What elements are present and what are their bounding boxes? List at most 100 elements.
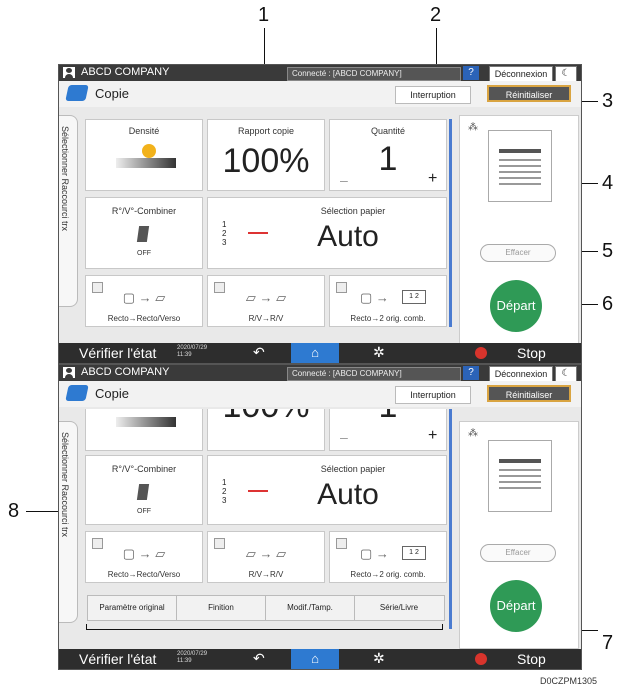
help-button[interactable]: ?: [463, 366, 479, 380]
combine-tile[interactable]: R°/V°-Combiner OFF: [85, 197, 203, 269]
stop-button[interactable]: Stop: [517, 651, 546, 667]
duplex-2-icon: ▱ → ▱: [245, 290, 287, 305]
right-panel: ⁂ Effacer Départ: [459, 115, 579, 345]
stop-button[interactable]: Stop: [517, 345, 546, 361]
combine-state: OFF: [137, 508, 151, 515]
home-icon[interactable]: ⌂: [291, 343, 339, 363]
quantity-minus-button[interactable]: –: [340, 172, 348, 188]
connection-status: Connecté : [ABCD COMPANY]: [287, 67, 461, 81]
density-bar: [116, 158, 176, 168]
tab-original-settings[interactable]: Paramètre original: [88, 596, 177, 620]
duplex-option-1[interactable]: ▢ → ▱ Recto→Recto/Verso: [85, 275, 203, 327]
ratio-tile[interactable]: Rapport copie 100%: [207, 119, 325, 191]
quantity-plus-button[interactable]: +: [428, 427, 437, 445]
callout-3: 3: [602, 90, 614, 112]
quantity-tile[interactable]: Quantité 1 – +: [329, 119, 447, 191]
erase-button[interactable]: Effacer: [480, 544, 556, 562]
start-button[interactable]: Départ: [490, 580, 542, 632]
copy-app-icon: [65, 385, 89, 401]
copy-app-icon: [65, 85, 89, 101]
status-bar-2: Vérifier l'état 2020/07/29 11:39 ↶ ⌂ ✲ S…: [59, 649, 581, 669]
tab-finishing[interactable]: Finition: [177, 596, 266, 620]
combine-icon: [136, 226, 150, 242]
paper-label: Sélection papier: [320, 206, 386, 216]
app-title-bar: Copie Interruption Réinitialiser: [59, 81, 581, 107]
gear-icon[interactable]: ✲: [373, 344, 385, 361]
quantity-tile-partial[interactable]: 1 – +: [329, 409, 447, 451]
duplex-3-label: Recto→2 orig. comb.: [350, 570, 426, 579]
density-marker-icon: [142, 144, 156, 158]
combine-tile-2[interactable]: R°/V°-Combiner OFF: [85, 455, 203, 525]
logout-button[interactable]: Déconnexion: [489, 366, 553, 382]
duplex-3-pages-icon: 1 2: [402, 546, 426, 560]
back-icon[interactable]: ↶: [253, 344, 265, 361]
reset-button[interactable]: Réinitialiser: [487, 385, 571, 402]
duplex-option-1-b[interactable]: ▢ → ▱ Recto→Recto/Verso: [85, 531, 203, 583]
erase-button[interactable]: Effacer: [480, 244, 556, 262]
ratio-tile-partial[interactable]: 100%: [207, 409, 325, 451]
company-name: ABCD COMPANY: [81, 66, 170, 78]
paper-trays-icon: 1 2 3: [222, 220, 227, 247]
duplex-2-label: R/V→R/V: [248, 314, 284, 323]
scrollbar[interactable]: [449, 409, 452, 629]
duplex-option-3[interactable]: 1 2 ▢ → Recto→2 orig. comb.: [329, 275, 447, 327]
duplex-3-checkbox[interactable]: [336, 538, 347, 549]
home-icon[interactable]: ⌂: [291, 649, 339, 669]
sleep-button[interactable]: ☾: [555, 366, 577, 382]
duplex-1-icon: ▢ → ▱: [122, 290, 166, 305]
duplex-3-label: Recto→2 orig. comb.: [350, 314, 426, 323]
duplex-3-checkbox[interactable]: [336, 282, 347, 293]
paper-value: Auto: [317, 478, 379, 511]
printer-icon: ⁂: [468, 122, 478, 133]
gear-icon[interactable]: ✲: [373, 650, 385, 667]
back-icon[interactable]: ↶: [253, 650, 265, 667]
stop-icon: [475, 653, 487, 665]
callout-5: 5: [602, 240, 614, 262]
quantity-minus-button[interactable]: –: [340, 429, 348, 445]
scrollbar[interactable]: [449, 119, 452, 327]
combine-label: R°/V°-Combiner: [111, 464, 177, 474]
printer-icon: ⁂: [468, 428, 478, 439]
right-panel-2: ⁂ Effacer Départ: [459, 421, 579, 649]
callout-1: 1: [258, 4, 270, 26]
help-button[interactable]: ?: [463, 66, 479, 80]
stop-icon: [475, 347, 487, 359]
app-title-bar-2: Copie Interruption Réinitialiser: [59, 381, 581, 407]
density-tile[interactable]: Densité: [85, 119, 203, 191]
interruption-button[interactable]: Interruption: [395, 86, 471, 104]
duplex-option-2[interactable]: ▱ → ▱ R/V→R/V: [207, 275, 325, 327]
paper-tile-2[interactable]: Sélection papier 1 2 3 Auto: [207, 455, 447, 525]
preview-image: [488, 130, 552, 202]
tab-series-book[interactable]: Série/Livre: [355, 596, 443, 620]
logout-button[interactable]: Déconnexion: [489, 66, 553, 82]
check-status-button[interactable]: Vérifier l'état: [79, 651, 156, 667]
interruption-button[interactable]: Interruption: [395, 386, 471, 404]
company-name: ABCD COMPANY: [81, 366, 170, 378]
sleep-button[interactable]: ☾: [555, 66, 577, 82]
preview-image: [488, 440, 552, 512]
duplex-1-icon: ▢ → ▱: [122, 546, 166, 561]
start-button[interactable]: Départ: [490, 280, 542, 332]
status-bar: Vérifier l'état 2020/07/29 11:39 ↶ ⌂ ✲ S…: [59, 343, 581, 363]
paper-tile[interactable]: Sélection papier 1 2 3 Auto: [207, 197, 447, 269]
duplex-option-2-b[interactable]: ▱ → ▱ R/V→R/V: [207, 531, 325, 583]
copy-screen-top: ABCD COMPANY Connecté : [ABCD COMPANY] ?…: [58, 64, 582, 364]
paper-trays-icon: 1 2 3: [222, 478, 227, 505]
density-tile-partial[interactable]: [85, 409, 203, 451]
quantity-label: Quantité: [370, 126, 406, 136]
check-status-button[interactable]: Vérifier l'état: [79, 345, 156, 361]
quantity-plus-button[interactable]: +: [428, 170, 437, 188]
shortcut-tab[interactable]: Sélectionner Raccourci trx: [59, 115, 78, 307]
ratio-label: Rapport copie: [237, 126, 295, 136]
callout-7-bracket-right: [442, 624, 443, 630]
duplex-3-icon: ▢ →: [360, 290, 389, 305]
duplex-3-pages-icon: 1 2: [402, 290, 426, 304]
duplex-option-3-b[interactable]: 1 2 ▢ → Recto→2 orig. comb.: [329, 531, 447, 583]
duplex-2-icon: ▱ → ▱: [245, 546, 287, 561]
callout-8: 8: [8, 500, 20, 522]
copy-screen-bottom: ABCD COMPANY Connecté : [ABCD COMPANY] ?…: [58, 364, 582, 670]
reset-button[interactable]: Réinitialiser: [487, 85, 571, 102]
tab-edit-stamp[interactable]: Modif./Tamp.: [266, 596, 355, 620]
user-icon: [63, 367, 75, 378]
shortcut-tab-2[interactable]: Sélectionner Raccourci trx: [59, 421, 78, 623]
